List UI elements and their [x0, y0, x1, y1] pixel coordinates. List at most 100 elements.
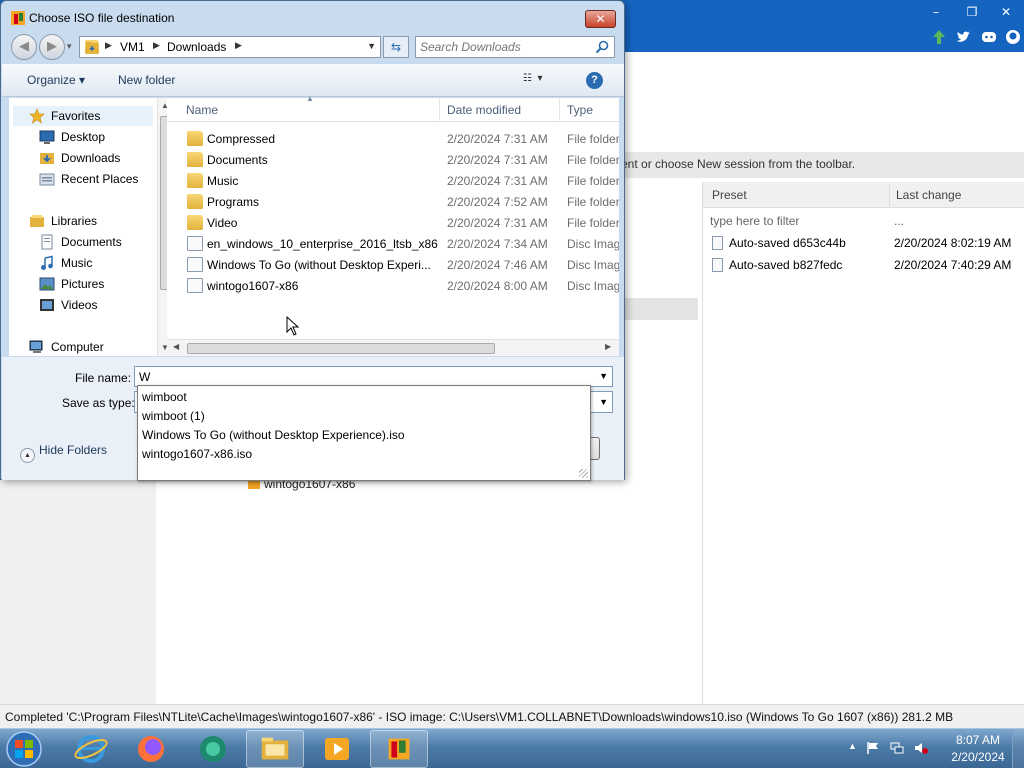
file-date: 2/20/2024 7:31 AM [447, 174, 548, 188]
preset-column-header[interactable]: Preset [712, 188, 747, 202]
column-divider[interactable] [439, 98, 440, 122]
preset-name: Auto-saved b827fedc [729, 258, 843, 272]
refresh-button[interactable]: ⇆ [383, 36, 409, 58]
type-column-header[interactable]: Type [567, 103, 593, 117]
file-row[interactable]: Compressed 2/20/2024 7:31 AM File folder [167, 128, 619, 149]
breadcrumb-vm1[interactable]: VM1 [120, 40, 145, 54]
file-name-combobox[interactable]: ▼ [134, 366, 613, 387]
preset-filter-input[interactable]: type here to filter [710, 214, 799, 228]
twitter-icon[interactable] [955, 28, 973, 46]
breadcrumb-arrow-icon[interactable]: ▶ [153, 40, 160, 51]
dialog-toolbar: Organize ▾ New folder ☷ ▾ ? [2, 64, 624, 97]
scroll-left-icon[interactable]: ◀ [173, 342, 179, 351]
file-row[interactable]: en_windows_10_enterprise_2016_ltsb_x86..… [167, 233, 619, 254]
discord-icon[interactable] [980, 28, 998, 46]
firefox-icon[interactable] [122, 730, 180, 768]
folder-icon [187, 215, 203, 230]
file-type: File folder [567, 195, 619, 209]
change-view-icon[interactable]: ☷ ▾ [523, 73, 557, 89]
new-folder-button[interactable]: New folder [118, 73, 175, 87]
update-arrow-icon[interactable] [930, 28, 948, 46]
internet-explorer-icon[interactable] [62, 730, 120, 768]
file-name: wintogo1607-x86 [207, 279, 299, 293]
file-date: 2/20/2024 7:31 AM [447, 132, 548, 146]
media-player-icon[interactable] [308, 730, 366, 768]
help-icon[interactable]: ? [586, 72, 603, 89]
file-name-dropdown-icon[interactable]: ▼ [599, 371, 608, 381]
file-explorer-icon[interactable] [246, 730, 304, 768]
network-icon[interactable] [890, 741, 904, 755]
start-button[interactable] [3, 730, 45, 768]
file-row[interactable]: Programs 2/20/2024 7:52 AM File folder [167, 191, 619, 212]
file-name: en_windows_10_enterprise_2016_ltsb_x86..… [207, 237, 439, 251]
dialog-close-button[interactable]: ✕ [585, 10, 616, 28]
file-type: File folder [567, 174, 619, 188]
recent-locations-dropdown[interactable]: ▾ [67, 42, 72, 52]
breadcrumb-arrow-icon[interactable]: ▶ [235, 40, 242, 51]
autocomplete-item-label: Windows To Go (without Desktop Experienc… [142, 428, 405, 442]
column-divider[interactable] [559, 98, 560, 122]
taskbar: ▲ 8:07 AM 2/20/2024 [0, 728, 1024, 768]
folder-icon [187, 194, 203, 209]
file-row[interactable]: Video 2/20/2024 7:31 AM File folder [167, 212, 619, 233]
chat-app-icon[interactable] [184, 730, 242, 768]
clock-time[interactable]: 8:07 AM [948, 733, 1008, 747]
search-icon[interactable] [594, 39, 610, 55]
last-change-column-header[interactable]: Last change [896, 188, 961, 202]
back-button[interactable]: ◀ [11, 34, 37, 60]
github-icon[interactable] [1004, 28, 1022, 46]
column-headers: ▲ Name Date modified Type [167, 94, 619, 122]
forward-button[interactable]: ▶ [39, 34, 65, 60]
address-bar[interactable]: ▶ VM1 ▶ Downloads ▶ ▼ [79, 36, 381, 58]
status-bar: Completed 'C:\Program Files\NTLite\Cache… [0, 704, 1024, 728]
date-filter-input[interactable]: ... [894, 214, 904, 228]
file-row[interactable]: wintogo1607-x86 2/20/2024 8:00 AM Disc I… [167, 275, 619, 296]
disc-image-icon [187, 257, 203, 272]
app-close-button[interactable]: ✕ [992, 4, 1020, 20]
file-name-input[interactable] [139, 369, 589, 385]
file-name-label: File name: [75, 371, 132, 385]
date-column-header[interactable]: Date modified [447, 103, 521, 117]
file-row[interactable]: Documents 2/20/2024 7:31 AM File folder [167, 149, 619, 170]
ntlite-taskbar-icon[interactable] [370, 730, 428, 768]
preset-row[interactable]: Auto-saved d653c44b 2/20/2024 8:02:19 AM [703, 232, 1024, 254]
scroll-right-icon[interactable]: ▶ [605, 342, 611, 351]
address-dropdown-icon[interactable]: ▼ [367, 41, 376, 51]
dialog-title: Choose ISO file destination [29, 11, 175, 25]
disc-image-icon [187, 236, 203, 251]
column-divider[interactable] [889, 184, 890, 206]
pictures-icon [39, 277, 55, 291]
autocomplete-item-label: wimboot (1) [142, 409, 205, 423]
search-input[interactable] [420, 39, 590, 55]
action-center-flag-icon[interactable] [866, 741, 880, 755]
app-minimize-button[interactable]: – [922, 4, 950, 20]
app-restore-button[interactable]: ❐ [958, 4, 986, 20]
preset-filter-row[interactable]: type here to filter ... [703, 210, 1024, 232]
file-name: Music [207, 174, 239, 188]
preset-column-headers: Preset Last change [703, 182, 1024, 208]
organize-button[interactable]: Organize ▾ [27, 73, 85, 87]
name-column-header[interactable]: Name [186, 103, 218, 117]
show-hidden-icons-icon[interactable]: ▲ [848, 741, 862, 755]
show-desktop-button[interactable] [1012, 729, 1024, 768]
file-list-horizontal-scrollbar[interactable]: ◀ ▶ [167, 339, 619, 356]
clock-date[interactable]: 2/20/2024 [944, 750, 1012, 764]
file-row[interactable]: Music 2/20/2024 7:31 AM File folder [167, 170, 619, 191]
breadcrumb-downloads[interactable]: Downloads [167, 40, 226, 54]
breadcrumb-arrow-icon[interactable]: ▶ [105, 40, 112, 51]
file-date: 2/20/2024 7:31 AM [447, 216, 548, 230]
resize-grip-icon[interactable] [579, 469, 588, 478]
chevron-up-icon: ▲ [20, 448, 35, 463]
hide-folders-button[interactable]: ▲ Hide Folders [20, 443, 107, 463]
scroll-thumb[interactable] [187, 343, 495, 354]
search-box[interactable] [415, 36, 615, 58]
preset-panel: Preset Last change type here to filter .… [702, 182, 1024, 704]
folder-icon [187, 131, 203, 146]
folder-location-icon [85, 40, 99, 54]
nav-label: Desktop [61, 130, 106, 144]
preset-row[interactable]: Auto-saved b827fedc 2/20/2024 7:40:29 AM [703, 254, 1024, 276]
save-as-type-dropdown-icon[interactable]: ▼ [599, 397, 608, 407]
autocomplete-item-label: wintogo1607-x86.iso [142, 447, 253, 461]
volume-muted-icon[interactable] [914, 741, 928, 755]
file-row[interactable]: Windows To Go (without Desktop Experi...… [167, 254, 619, 275]
